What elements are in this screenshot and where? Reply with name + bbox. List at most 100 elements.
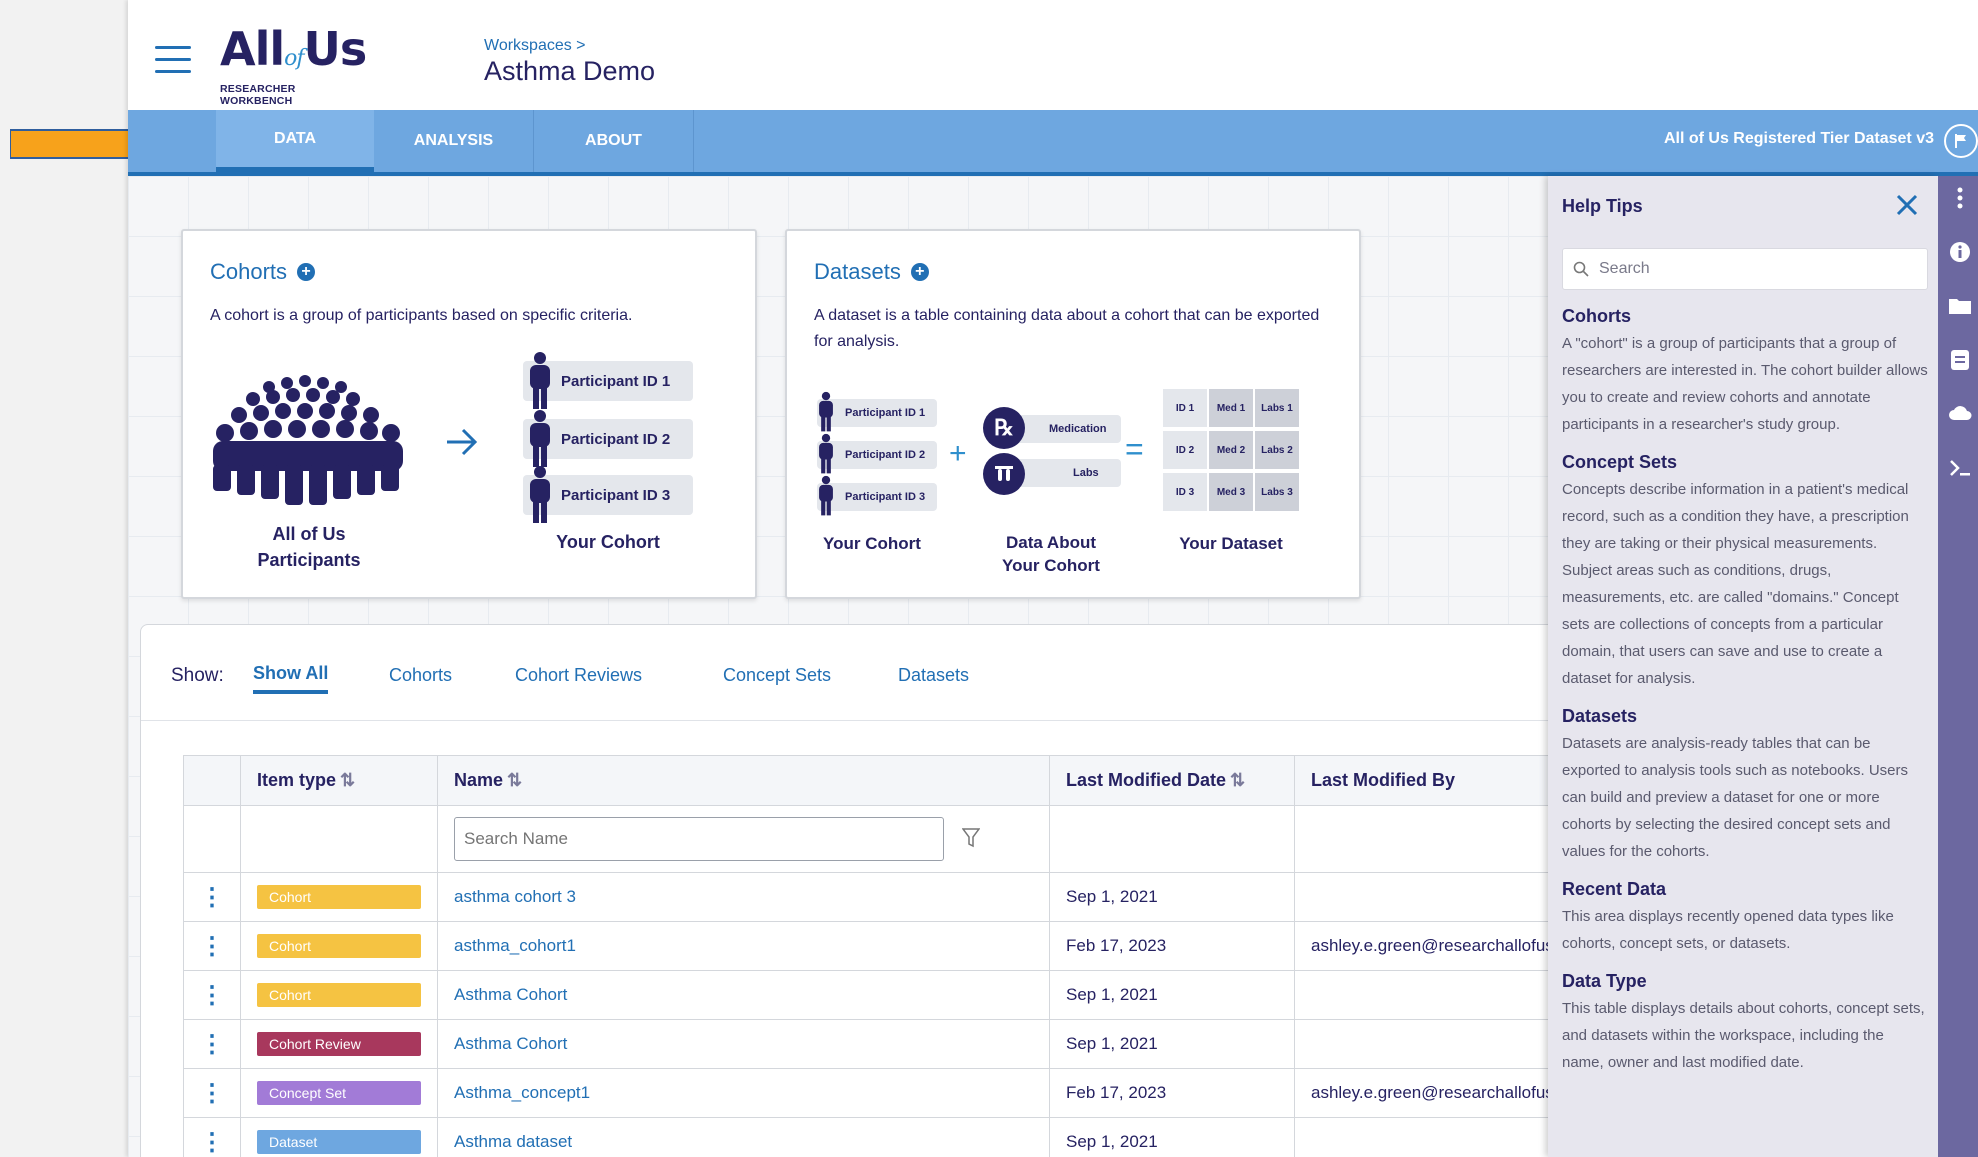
last-modified-date: Feb 17, 2023 — [1049, 921, 1295, 971]
help-section-heading: Concept Sets — [1562, 452, 1678, 472]
column-header-name[interactable]: Name ⇅ — [437, 755, 1050, 806]
last-modified-date: Sep 1, 2021 — [1049, 1117, 1295, 1157]
help-section-heading: Recent Data — [1562, 879, 1667, 899]
add-dataset-icon[interactable]: + — [910, 263, 929, 281]
breadcrumb[interactable]: Workspaces > — [484, 37, 586, 55]
resource-list-card: Show: Show All Cohorts Cohort Reviews Co… — [140, 624, 1700, 1157]
row-menu-icon[interactable]: ⋮ — [183, 872, 241, 922]
crowd-illustration — [213, 375, 403, 505]
filter-icon[interactable] — [962, 828, 980, 848]
resource-filter-tabs: Show: Show All Cohorts Cohort Reviews Co… — [141, 625, 1699, 721]
person-icon — [819, 433, 833, 474]
menu-column-header — [183, 755, 241, 806]
grid-cell: Med 1 — [1209, 389, 1253, 427]
close-icon[interactable] — [1894, 192, 1920, 218]
all-of-us-logo[interactable]: AllofUs RESEARCHER WORKBENCH — [220, 26, 370, 107]
resource-name-link[interactable]: Asthma Cohort — [454, 1034, 567, 1053]
participant-pill-2: Participant ID 2 — [817, 441, 937, 469]
add-cohort-icon[interactable]: + — [297, 263, 316, 281]
row-menu-icon[interactable]: ⋮ — [183, 970, 241, 1020]
person-icon — [819, 475, 833, 516]
help-tips-panel: Help Tips Search Cohorts A "cohort" is a … — [1548, 176, 1938, 1157]
resource-name-link[interactable]: Asthma dataset — [454, 1132, 572, 1151]
table-row[interactable]: ⋮ Cohort asthma_cohort1 Feb 17, 2023 ashley.… — [183, 921, 1615, 971]
last-modified-date: Sep 1, 2021 — [1049, 872, 1295, 922]
tab-about[interactable]: ABOUT — [534, 110, 694, 172]
cloud-icon[interactable] — [1948, 402, 1972, 426]
item-type-badge: Concept Set — [257, 1081, 421, 1105]
workbench-app: AllofUs RESEARCHER WORKBENCH Workspaces … — [128, 0, 1978, 1157]
filter-tab-datasets[interactable]: Datasets — [898, 665, 969, 686]
person-icon — [819, 391, 833, 432]
filter-tab-cohort-reviews[interactable]: Cohort Reviews — [515, 665, 642, 686]
workspace-nav: DATA ANALYSIS ABOUT All of Us Registered… — [128, 110, 1978, 176]
column-header-item-type[interactable]: Item type ⇅ — [240, 755, 438, 806]
grid-cell: Labs 1 — [1255, 389, 1299, 427]
resource-name-link[interactable]: asthma cohort 3 — [454, 887, 576, 906]
help-section-heading: Data Type — [1562, 971, 1647, 991]
folder-icon[interactable] — [1948, 294, 1972, 318]
resource-name-link[interactable]: Asthma_concept1 — [454, 1083, 590, 1102]
right-side-icon-bar — [1938, 176, 1978, 1157]
table-row[interactable]: ⋮ Cohort Review Asthma Cohort Sep 1, 2021 — [183, 1019, 1615, 1069]
datasets-card: Datasets + A dataset is a table containi… — [785, 229, 1361, 599]
help-section-body: Datasets are analysis-ready tables that … — [1562, 735, 1909, 860]
filter-tab-show-all[interactable]: Show All — [253, 663, 329, 694]
search-name-input[interactable] — [454, 817, 944, 861]
help-search-field[interactable]: Search — [1562, 248, 1928, 290]
grid-cell: ID 1 — [1163, 389, 1207, 427]
row-menu-icon[interactable]: ⋮ — [183, 1019, 241, 1069]
item-type-badge: Cohort — [257, 983, 421, 1007]
table-row[interactable]: ⋮ Concept Set Asthma_concept1 Feb 17, 2023 a… — [183, 1068, 1615, 1118]
grid-cell: Labs 3 — [1255, 473, 1299, 511]
last-modified-date: Sep 1, 2021 — [1049, 1019, 1295, 1069]
show-label: Show: — [171, 665, 224, 686]
equals-sign-icon: = — [1125, 431, 1144, 467]
table-row[interactable]: ⋮ Cohort asthma cohort 3 Sep 1, 2021 — [183, 872, 1615, 922]
help-section-body: Concepts describe information in a patie… — [1562, 481, 1909, 687]
help-section-body: This table displays details about cohort… — [1562, 1000, 1925, 1071]
arrow-right-icon — [447, 428, 478, 456]
column-header-last-modified-date[interactable]: Last Modified Date ⇅ — [1049, 755, 1295, 806]
participant-pill-3: Participant ID 3 — [817, 483, 937, 511]
cohorts-title[interactable]: Cohorts + — [210, 259, 316, 285]
sort-icon: ⇅ — [340, 770, 356, 790]
test-tube-icon — [983, 453, 1025, 495]
filter-tab-concept-sets[interactable]: Concept Sets — [723, 665, 831, 686]
row-menu-icon[interactable]: ⋮ — [183, 1117, 241, 1157]
info-icon[interactable] — [1948, 240, 1972, 264]
datasets-description: A dataset is a table containing data abo… — [814, 307, 1320, 350]
notes-icon[interactable] — [1948, 348, 1972, 372]
last-modified-date: Sep 1, 2021 — [1049, 970, 1295, 1020]
row-menu-icon[interactable]: ⋮ — [183, 921, 241, 971]
terminal-icon[interactable] — [1948, 456, 1972, 480]
participant-pill-1: Participant ID 1 — [817, 399, 937, 427]
help-section-body: This area displays recently opened data … — [1562, 908, 1894, 952]
your-dataset-caption: Your Dataset — [1179, 534, 1283, 553]
all-of-us-participants-caption: All of Us Participants — [257, 524, 361, 570]
tab-analysis[interactable]: ANALYSIS — [374, 110, 534, 172]
more-options-icon[interactable] — [1948, 186, 1972, 210]
filter-tab-cohorts[interactable]: Cohorts — [389, 665, 452, 686]
tab-data[interactable]: DATA — [216, 110, 374, 172]
page-title: Asthma Demo — [484, 56, 656, 86]
datasets-title[interactable]: Datasets + — [814, 259, 929, 285]
help-section-body: A "cohort" is a group of participants th… — [1562, 335, 1928, 433]
resource-name-link[interactable]: asthma_cohort1 — [454, 936, 576, 955]
flag-icon[interactable] — [1944, 124, 1978, 158]
item-type-badge: Cohort — [257, 885, 421, 909]
table-row[interactable]: ⋮ Cohort Asthma Cohort Sep 1, 2021 — [183, 970, 1615, 1020]
person-icon — [530, 410, 550, 467]
resource-name-link[interactable]: Asthma Cohort — [454, 985, 567, 1004]
person-icon — [530, 352, 550, 409]
header: AllofUs RESEARCHER WORKBENCH Workspaces … — [128, 0, 1978, 110]
your-cohort-caption: Your Cohort — [556, 532, 660, 552]
grid-cell: Med 2 — [1209, 431, 1253, 469]
row-menu-icon[interactable]: ⋮ — [183, 1068, 241, 1118]
hamburger-menu-icon[interactable] — [155, 46, 191, 76]
your-cohort-caption: Your Cohort — [823, 534, 921, 553]
table-row[interactable]: ⋮ Dataset Asthma dataset Sep 1, 2021 — [183, 1117, 1615, 1157]
item-type-badge: Cohort — [257, 934, 421, 958]
sort-icon: ⇅ — [507, 770, 523, 790]
plus-sign-icon: + — [949, 437, 967, 470]
